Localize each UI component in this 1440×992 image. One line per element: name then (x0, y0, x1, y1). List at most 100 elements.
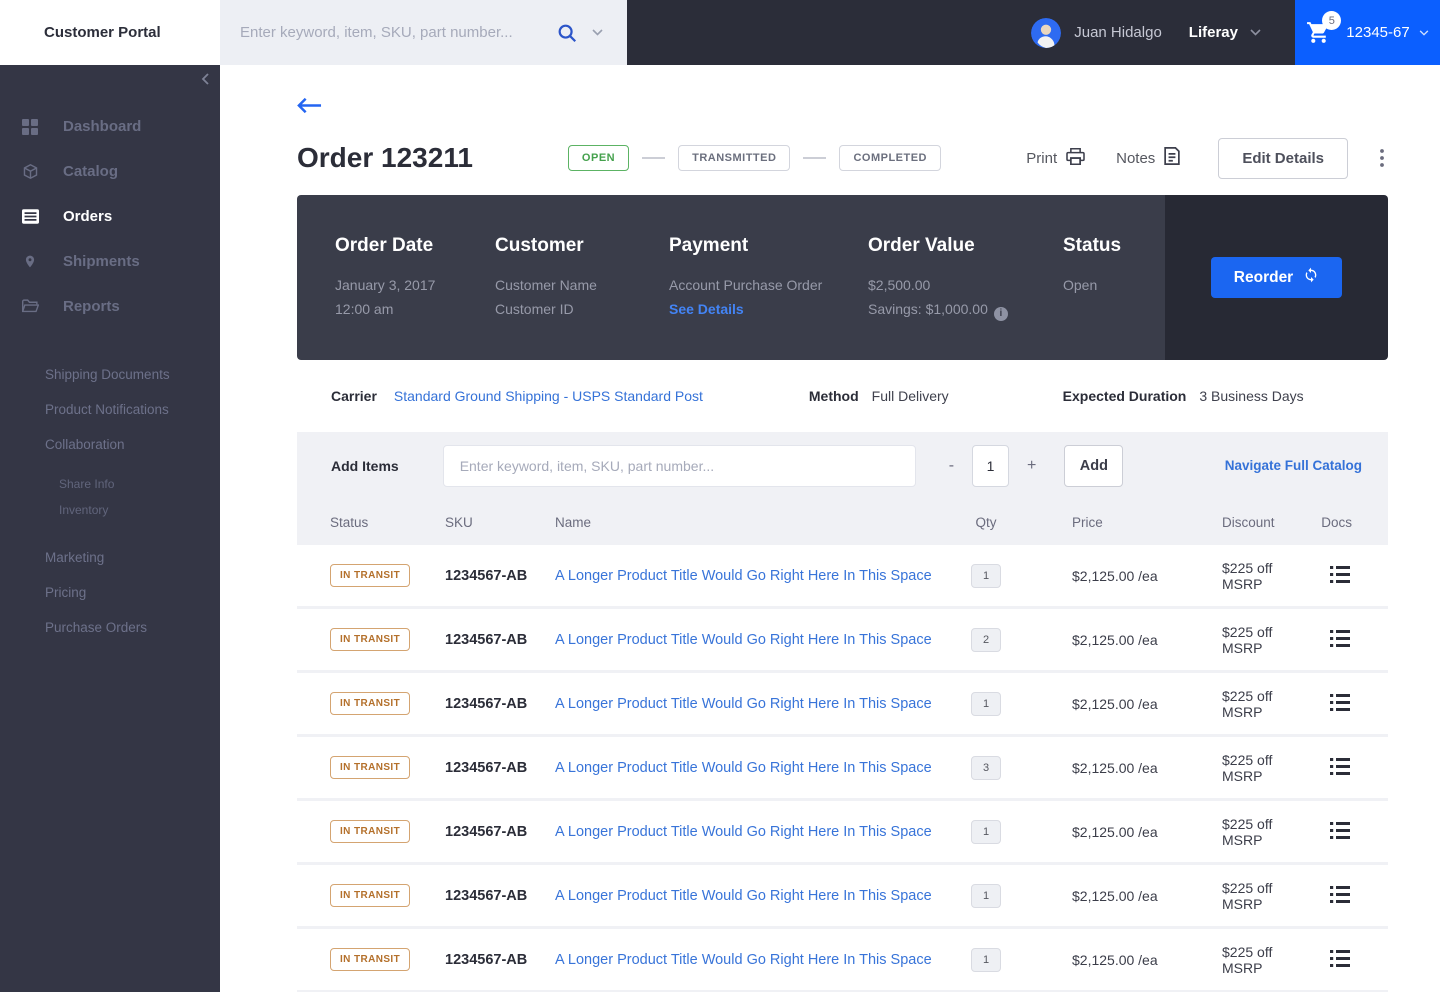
order-summary-fields: Order Date January 3, 2017 12:00 am Cust… (297, 195, 1165, 360)
payment-heading: Payment (669, 235, 868, 257)
price-cell: $2,125.00 /ea (1032, 632, 1172, 648)
status-value: Open (1063, 273, 1165, 297)
sidebar-item-shipping-documents[interactable]: Shipping Documents (0, 357, 220, 392)
status-step-transmitted: TRANSMITTED (678, 145, 790, 171)
add-items-search-input[interactable] (443, 445, 916, 487)
expected-duration-label: Expected Duration (1063, 388, 1187, 404)
table-row: IN TRANSIT 1234567-AB A Longer Product T… (297, 545, 1388, 606)
sidebar-secondary-nav: Shipping Documents Product Notifications… (0, 357, 220, 462)
main-content: Order 123211 OPEN TRANSMITTED COMPLETED … (220, 65, 1440, 992)
document-icon (1164, 147, 1180, 169)
order-status-steps: OPEN TRANSMITTED COMPLETED (568, 145, 941, 171)
docs-list-icon[interactable] (1328, 884, 1352, 905)
discount-cell: $225 off MSRP (1172, 944, 1312, 976)
user-avatar[interactable] (1031, 18, 1061, 48)
search-scope-chevron-down-icon[interactable] (592, 29, 603, 36)
print-button[interactable]: Print (1026, 148, 1085, 169)
global-search-input[interactable] (240, 24, 546, 41)
price-cell: $2,125.00 /ea (1032, 696, 1172, 712)
map-pin-icon (21, 253, 39, 270)
sidebar-item-product-notifications[interactable]: Product Notifications (0, 392, 220, 427)
status-column: Status Open (1063, 235, 1165, 360)
edit-details-button[interactable]: Edit Details (1218, 138, 1348, 179)
product-link[interactable]: A Longer Product Title Would Go Right He… (555, 824, 932, 840)
back-arrow-icon[interactable] (297, 97, 322, 114)
price-cell: $2,125.00 /ea (1032, 760, 1172, 776)
qty-chip: 1 (971, 692, 1001, 716)
qty-minus-button[interactable]: - (945, 453, 958, 479)
sidebar-collapse-chevron-left-icon[interactable] (201, 73, 209, 85)
status-step-open: OPEN (568, 145, 629, 171)
reorder-label: Reorder (1234, 269, 1293, 287)
sidebar-item-label: Reports (63, 298, 120, 315)
sku-cell: 1234567-AB (445, 952, 555, 968)
sidebar-item-pricing[interactable]: Pricing (0, 575, 220, 610)
sidebar-item-reports[interactable]: Reports (0, 284, 220, 329)
cube-icon (21, 163, 39, 180)
docs-list-icon[interactable] (1328, 948, 1352, 969)
carrier-link[interactable]: Standard Ground Shipping - USPS Standard… (394, 388, 703, 404)
grid-icon (21, 119, 39, 135)
sku-cell: 1234567-AB (445, 568, 555, 584)
add-button[interactable]: Add (1064, 445, 1123, 487)
sku-cell: 1234567-AB (445, 632, 555, 648)
product-link[interactable]: A Longer Product Title Would Go Right He… (555, 888, 932, 904)
cart-icon[interactable]: 5 (1306, 20, 1331, 45)
cart-count-badge: 5 (1322, 11, 1341, 30)
global-search-bar (220, 0, 627, 65)
sidebar-item-catalog[interactable]: Catalog (0, 149, 220, 194)
table-row: IN TRANSIT 1234567-AB A Longer Product T… (297, 737, 1388, 798)
order-value-column: Order Value $2,500.00 Savings: $1,000.00… (868, 235, 1063, 360)
docs-list-icon[interactable] (1328, 756, 1352, 777)
column-header-docs: Docs (1312, 515, 1355, 530)
cart-order-id[interactable]: 12345-67 (1346, 24, 1409, 41)
qty-chip: 1 (971, 884, 1001, 908)
qty-plus-button[interactable]: + (1023, 453, 1040, 479)
product-link[interactable]: A Longer Product Title Would Go Right He… (555, 568, 932, 584)
docs-list-icon[interactable] (1328, 564, 1352, 585)
account-selector[interactable]: Liferay (1189, 24, 1238, 41)
sidebar-item-label: Dashboard (63, 118, 141, 135)
status-heading: Status (1063, 235, 1165, 257)
account-chevron-down-icon[interactable] (1250, 29, 1261, 36)
reorder-button[interactable]: Reorder (1211, 257, 1342, 298)
kebab-menu-icon[interactable] (1376, 145, 1388, 171)
top-bar-user-area: Juan Hidalgo Liferay (627, 0, 1295, 65)
qty-chip: 1 (971, 564, 1001, 588)
reorder-section: Reorder (1165, 195, 1388, 360)
user-name[interactable]: Juan Hidalgo (1074, 24, 1162, 41)
status-badge: IN TRANSIT (330, 756, 410, 779)
info-icon[interactable]: i (994, 307, 1008, 321)
navigate-full-catalog-link[interactable]: Navigate Full Catalog (1225, 458, 1362, 473)
docs-list-icon[interactable] (1328, 628, 1352, 649)
sidebar-item-inventory[interactable]: Inventory (0, 497, 220, 523)
payment-method-value: Account Purchase Order (669, 273, 868, 297)
sidebar-item-purchase-orders[interactable]: Purchase Orders (0, 610, 220, 645)
sidebar-item-orders[interactable]: Orders (0, 194, 220, 239)
table-row: IN TRANSIT 1234567-AB A Longer Product T… (297, 673, 1388, 734)
product-link[interactable]: A Longer Product Title Would Go Right He… (555, 632, 932, 648)
sidebar-item-label: Orders (63, 208, 112, 225)
qty-input[interactable] (972, 445, 1009, 487)
cart-button[interactable]: 5 12345-67 (1295, 0, 1440, 65)
see-details-link[interactable]: See Details (669, 301, 744, 317)
column-header-price: Price (1032, 515, 1172, 530)
product-link[interactable]: A Longer Product Title Would Go Right He… (555, 952, 932, 968)
product-link[interactable]: A Longer Product Title Would Go Right He… (555, 696, 932, 712)
docs-list-icon[interactable] (1328, 820, 1352, 841)
notes-button[interactable]: Notes (1116, 147, 1180, 169)
sidebar-item-shipments[interactable]: Shipments (0, 239, 220, 284)
cart-chevron-down-icon[interactable] (1419, 30, 1429, 36)
price-cell: $2,125.00 /ea (1032, 952, 1172, 968)
sidebar-item-dashboard[interactable]: Dashboard (0, 104, 220, 149)
sidebar-item-marketing[interactable]: Marketing (0, 540, 220, 575)
shipping-info-row: Carrier Standard Ground Shipping - USPS … (297, 360, 1388, 432)
sidebar-item-share-info[interactable]: Share Info (0, 471, 220, 497)
order-date-value: January 3, 2017 (335, 273, 495, 297)
column-header-sku: SKU (445, 515, 555, 530)
search-icon[interactable] (556, 22, 578, 44)
docs-list-icon[interactable] (1328, 692, 1352, 713)
folder-icon (21, 299, 39, 314)
product-link[interactable]: A Longer Product Title Would Go Right He… (555, 760, 932, 776)
sidebar-item-collaboration[interactable]: Collaboration (0, 427, 220, 462)
